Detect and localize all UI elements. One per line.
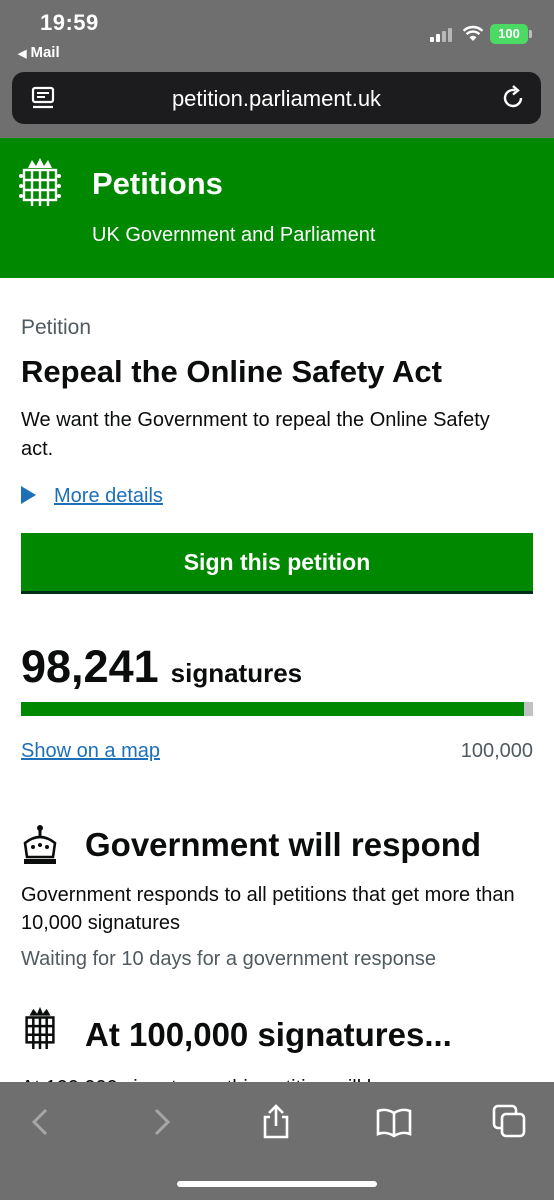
bookmarks-icon[interactable] [376, 1104, 412, 1140]
signal-icon [430, 26, 456, 42]
share-icon[interactable] [258, 1104, 294, 1140]
url-text[interactable]: petition.parliament.uk [12, 86, 541, 112]
portcullis-icon[interactable] [18, 156, 62, 208]
signature-count-number: 98,241 [21, 641, 159, 692]
battery-indicator: 100 [490, 24, 532, 44]
petition-caption: Petition [21, 316, 92, 339]
site-subtitle: UK Government and Parliament [92, 224, 376, 246]
address-bar[interactable]: petition.parliament.uk [12, 72, 541, 124]
signature-count: 98,241 signatures [21, 641, 302, 693]
crown-icon [23, 825, 57, 864]
browser-top-chrome: 19:59 ◀ Mail 100 petition.parliament.uk [0, 0, 554, 138]
back-icon[interactable] [24, 1104, 60, 1140]
signature-target: 100,000 [460, 740, 533, 762]
back-app-label: Mail [30, 44, 60, 61]
disclosure-arrow-icon [21, 485, 36, 504]
more-details-toggle[interactable]: More details [21, 485, 163, 508]
parliament-section-title: At 100,000 signatures... [85, 1016, 452, 1053]
back-triangle-icon: ◀ [18, 48, 27, 60]
wifi-icon [462, 25, 484, 41]
portcullis-icon [25, 1006, 55, 1050]
reload-icon[interactable] [499, 84, 527, 112]
show-on-map-link[interactable]: Show on a map [21, 740, 160, 763]
home-indicator[interactable] [177, 1181, 377, 1187]
back-to-app[interactable]: ◀ Mail [18, 44, 60, 61]
signature-progress-fill [21, 702, 524, 716]
petition-title: Repeal the Online Safety Act [21, 354, 442, 389]
government-section-title: Government will respond [85, 826, 482, 863]
signature-count-label: signatures [170, 658, 303, 688]
site-title[interactable]: Petitions [92, 166, 223, 202]
forward-icon[interactable] [142, 1104, 178, 1140]
status-time: 19:59 [40, 10, 99, 35]
tabs-icon[interactable] [492, 1104, 528, 1140]
government-section-text: Government responds to all petitions tha… [21, 884, 515, 934]
signature-progress-bar [21, 702, 533, 716]
site-header: Petitions UK Government and Parliament [0, 138, 554, 278]
sign-petition-button[interactable]: Sign this petition [21, 533, 533, 591]
more-details-link[interactable]: More details [54, 485, 163, 507]
government-waiting-status: Waiting for 10 days for a government res… [21, 948, 437, 970]
petition-description: We want the Government to repeal the Onl… [21, 409, 490, 460]
